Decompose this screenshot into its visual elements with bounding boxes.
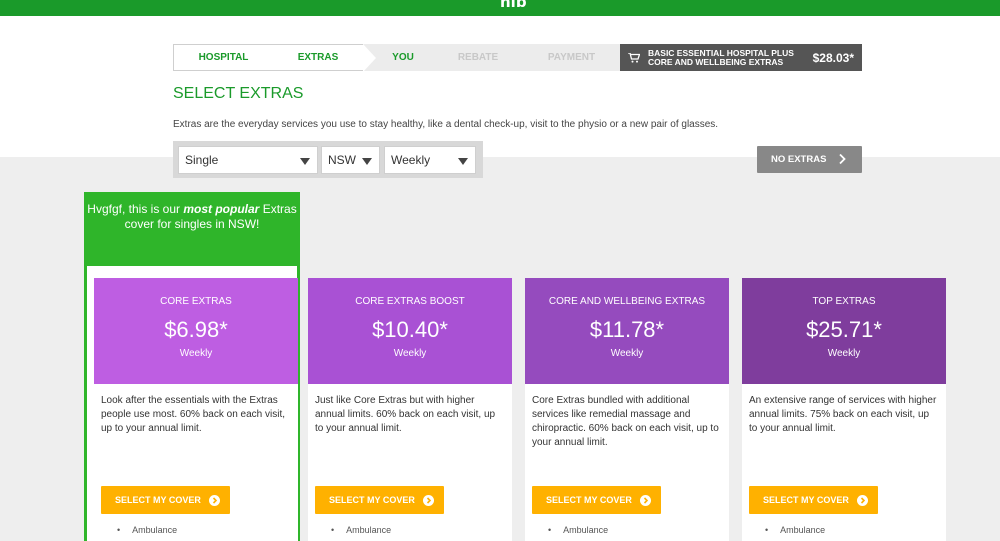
plan-header: CORE EXTRAS BOOST $10.40* Weekly [308, 278, 512, 384]
select-my-cover-button[interactable]: SELECT MY COVER [532, 486, 661, 514]
arrow-circle-right-icon [422, 494, 434, 506]
select-button-label: SELECT MY COVER [115, 495, 201, 505]
step-extras[interactable]: EXTRAS [273, 44, 376, 72]
page-subtitle: Extras are the everyday services you use… [173, 119, 719, 130]
cart-icon [628, 52, 640, 63]
plan-header: TOP EXTRAS $25.71* Weekly [742, 278, 946, 384]
chevron-down-icon [300, 158, 310, 165]
benefit-item-ambulance: Ambulance [742, 514, 946, 535]
plan-header: CORE EXTRAS $6.98* Weekly [94, 278, 298, 384]
arrow-circle-right-icon [639, 494, 651, 506]
plan-name: TOP EXTRAS [812, 296, 876, 307]
select-button-label: SELECT MY COVER [763, 495, 849, 505]
nib-logo[interactable]: nib [500, 0, 527, 11]
state-value: NSW [328, 153, 356, 167]
step-hospital[interactable]: HOSPITAL [173, 44, 273, 71]
plan-description: An extensive range of services with high… [749, 395, 937, 434]
plan-price: $25.71* [806, 317, 882, 342]
popular-line2: cover for singles in NSW! [124, 217, 260, 231]
plan-frequency: Weekly [827, 348, 861, 359]
plan-card-core-extras-boost: CORE EXTRAS BOOST $10.40* Weekly Just li… [308, 278, 512, 541]
plan-price: $11.78* [589, 317, 665, 342]
top-brand-bar: nib [0, 0, 1000, 16]
cover-type-select[interactable]: Single [178, 146, 318, 174]
step-payment: PAYMENT [523, 44, 620, 71]
popular-user-name: Hvgfgf [87, 202, 122, 216]
cart-label-line2: CORE AND WELLBEING EXTRAS [648, 56, 784, 67]
benefit-item-ambulance: Ambulance [308, 514, 512, 535]
progress-steps: HOSPITAL EXTRAS YOU REBATE PAYMENT BASIC… [173, 44, 862, 72]
popular-text-post: Extras [259, 202, 297, 216]
arrow-circle-right-icon [856, 494, 868, 506]
no-extras-label: NO EXTRAS [771, 154, 827, 165]
benefit-item-ambulance: Ambulance [94, 514, 298, 535]
arrow-circle-right-icon [208, 494, 220, 506]
plan-price: $10.40* [372, 317, 448, 342]
cart-product-label: BASIC ESSENTIAL HOSPITAL PLUS CORE AND W… [648, 48, 813, 67]
plan-name: CORE EXTRAS BOOST [355, 296, 465, 307]
popular-emphasis: most popular [183, 202, 260, 216]
plan-frequency: Weekly [610, 348, 644, 359]
plan-frequency: Weekly [393, 348, 427, 359]
plan-card-top-extras: TOP EXTRAS $25.71* Weekly An extensive r… [742, 278, 946, 541]
plan-description: Core Extras bundled with additional serv… [532, 395, 719, 448]
plan-card-core-extras: CORE EXTRAS $6.98* Weekly Look after the… [94, 278, 298, 541]
plan-name: CORE AND WELLBEING EXTRAS [548, 296, 706, 307]
plan-description: Look after the essentials with the Extra… [101, 395, 285, 434]
cart-price: $28.03* [812, 50, 854, 65]
chevron-down-icon [362, 158, 372, 165]
plan-name: CORE EXTRAS [160, 296, 232, 307]
plan-header: CORE AND WELLBEING EXTRAS $11.78* Weekly [525, 278, 729, 384]
plan-card-core-and-wellbeing-extras: CORE AND WELLBEING EXTRAS $11.78* Weekly… [525, 278, 729, 541]
select-button-label: SELECT MY COVER [329, 495, 415, 505]
filter-bar: Single NSW Weekly [173, 141, 483, 178]
step-rebate: REBATE [433, 44, 523, 71]
chevron-right-icon [839, 153, 846, 165]
cover-type-value: Single [185, 153, 219, 167]
popular-line1: Hvgfgf, this is our most popular Extras [87, 202, 297, 217]
plan-description: Just like Core Extras but with higher an… [315, 395, 496, 434]
plan-frequency: Weekly [179, 348, 213, 359]
select-my-cover-button[interactable]: SELECT MY COVER [749, 486, 878, 514]
cart-summary[interactable]: BASIC ESSENTIAL HOSPITAL PLUS CORE AND W… [620, 44, 862, 71]
chevron-down-icon [458, 158, 468, 165]
frequency-select[interactable]: Weekly [384, 146, 476, 174]
most-popular-banner: Hvgfgf, this is our most popular Extras … [87, 195, 297, 266]
popular-text-pre: , this is our [121, 202, 184, 216]
page-title: SELECT EXTRAS [173, 85, 304, 102]
select-my-cover-button[interactable]: SELECT MY COVER [101, 486, 230, 514]
benefit-item-ambulance: Ambulance [525, 514, 729, 535]
frequency-value: Weekly [391, 153, 431, 167]
no-extras-button[interactable]: NO EXTRAS [757, 146, 862, 173]
select-button-label: SELECT MY COVER [546, 495, 632, 505]
select-my-cover-button[interactable]: SELECT MY COVER [315, 486, 444, 514]
plan-price: $6.98* [164, 317, 228, 342]
state-select[interactable]: NSW [321, 146, 380, 174]
